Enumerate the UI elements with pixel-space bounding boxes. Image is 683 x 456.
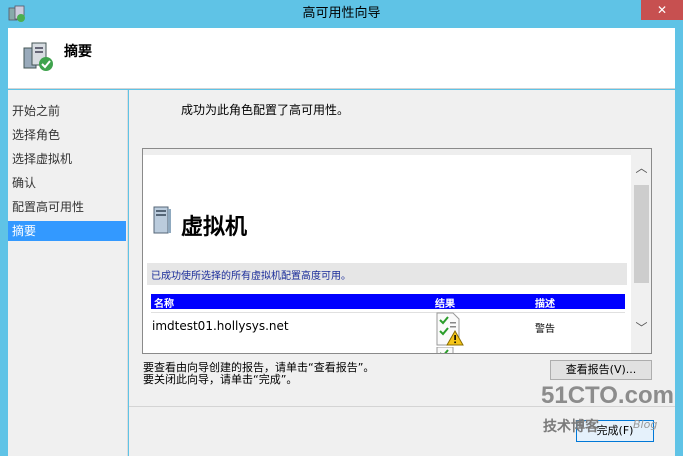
scroll-down-arrow-icon[interactable]: ﹀ bbox=[631, 319, 651, 339]
sidebar-item-select-vm[interactable]: 选择虚拟机 bbox=[8, 149, 126, 169]
server-icon bbox=[153, 206, 171, 234]
scroll-up-arrow-icon[interactable]: ︿ bbox=[631, 159, 651, 179]
success-message: 成功为此角色配置了高可用性。 bbox=[181, 103, 350, 117]
table-separator bbox=[151, 312, 625, 313]
table-cell-name: imdtest01.hollysys.net bbox=[152, 319, 289, 333]
sidebar-item-before-you-begin[interactable]: 开始之前 bbox=[8, 101, 126, 121]
column-header-name: 名称 bbox=[154, 299, 174, 310]
sidebar-item-summary[interactable]: 摘要 bbox=[8, 221, 126, 241]
report-icon-partial bbox=[436, 347, 454, 353]
watermark-blog: Blog bbox=[633, 418, 658, 431]
report-top-strip bbox=[143, 149, 631, 155]
site-watermark: 51CTO.com 技术博客 Blog bbox=[541, 382, 681, 442]
instruction-text: 要查看由向导创建的报告，请单击“查看报告”。 要关闭此向导，请单击“完成”。 bbox=[143, 362, 374, 386]
watermark-tagline: 技术博客 bbox=[543, 419, 599, 435]
scroll-thumb[interactable] bbox=[634, 185, 649, 283]
watermark-site: 51CTO.com bbox=[541, 382, 674, 409]
table-cell-description: 警告 bbox=[535, 324, 555, 335]
report-viewer[interactable]: 虚拟机 已成功使所选择的所有虚拟机配置高度可用。 名称 结果 描述 imdtes… bbox=[142, 148, 652, 354]
cluster-wizard-icon bbox=[23, 42, 53, 71]
report-title: 虚拟机 bbox=[181, 214, 248, 240]
report-description-band: 已成功使所选择的所有虚拟机配置高度可用。 bbox=[147, 263, 627, 285]
sidebar-item-confirm[interactable]: 确认 bbox=[8, 173, 126, 193]
instruction-finish: 要关闭此向导，请单击“完成”。 bbox=[143, 373, 298, 386]
wizard-header: 摘要 bbox=[8, 28, 675, 89]
sidebar-item-configure-ha[interactable]: 配置高可用性 bbox=[8, 197, 126, 217]
warning-report-icon bbox=[436, 312, 464, 346]
sidebar-item-select-role[interactable]: 选择角色 bbox=[8, 125, 126, 145]
column-header-result: 结果 bbox=[435, 299, 455, 310]
column-header-description: 描述 bbox=[535, 299, 555, 310]
view-report-button[interactable]: 查看报告(V)... bbox=[550, 360, 652, 380]
page-title: 摘要 bbox=[64, 44, 92, 60]
title-bar: 高可用性向导 ✕ bbox=[0, 0, 683, 28]
report-scrollbar[interactable]: ︿ ﹀ bbox=[631, 149, 651, 353]
report-description: 已成功使所选择的所有虚拟机配置高度可用。 bbox=[151, 271, 351, 282]
wizard-steps-sidebar: 开始之前 选择角色 选择虚拟机 确认 配置高可用性 摘要 bbox=[8, 90, 128, 456]
report-table-header: 名称 结果 描述 bbox=[151, 294, 625, 310]
window-title: 高可用性向导 bbox=[302, 6, 381, 21]
close-button[interactable]: ✕ bbox=[641, 0, 683, 20]
